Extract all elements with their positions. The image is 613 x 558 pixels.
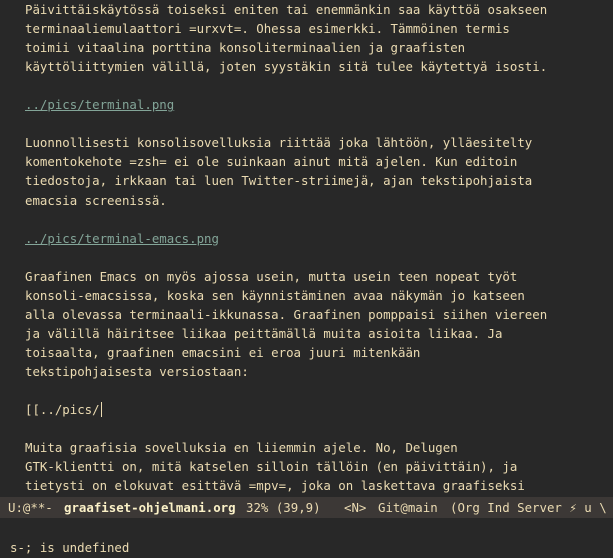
modeline-vcs[interactable]: Git@main — [378, 497, 438, 518]
line-text: alla olevassa terminaali-ikkunassa. Graa… — [25, 306, 548, 322]
modeline-modes[interactable]: (Org Ind Server ⚡ u \ α — [450, 497, 613, 518]
text-line: GTK-klientti on, mitä katselen silloin t… — [25, 457, 517, 476]
text-line: Muita graafisia sovelluksia en liiemmin … — [25, 438, 458, 457]
line-text: ja välillä häiritsee liikaa peittämällä … — [25, 325, 503, 341]
text-line: tiedostoja, irkkaan tai luen Twitter-str… — [25, 171, 532, 190]
line-text: komentokehote =zsh= ei ole suinkaan ainu… — [25, 154, 518, 170]
line-text: käyttöliittymien välillä, joten syystäki… — [25, 59, 548, 75]
text-line: ja välillä häiritsee liikaa peittämällä … — [25, 324, 502, 343]
echo-area: s-; is undefined — [0, 518, 613, 555]
org-link[interactable]: ../pics/terminal.png — [25, 95, 174, 114]
line-text: tekstipohjaisesta versiostaan: — [25, 363, 249, 379]
text-line: konsoli-emacsissa, koska sen käynnistämi… — [25, 286, 525, 305]
line-text: Graafinen Emacs on myös ajossa usein, mu… — [25, 268, 518, 284]
editor-buffer[interactable]: Päivittäiskäytössä toiseksi eniten tai e… — [0, 0, 613, 497]
line-text: toimii vitaalina porttina konsolitermina… — [25, 40, 466, 56]
modeline-evil-state: <N> — [344, 500, 367, 515]
line-text: tietysti on elokuvat esittävä =mpv=, jok… — [25, 478, 525, 494]
text-line: terminaaliemulaattori =urxvt=. Ohessa es… — [25, 19, 510, 38]
text-line: toimii vitaalina porttina konsolitermina… — [25, 38, 465, 57]
link-text[interactable]: ../pics/terminal-emacs.png — [25, 231, 219, 246]
line-text: terminaaliemulaattori =urxvt=. Ohessa es… — [25, 21, 510, 37]
line-text: emacsia screenissä. — [25, 192, 167, 208]
text-line: toisaalta, graafinen emacsini ei eroa ju… — [25, 343, 420, 362]
line-text: Luonnollisesti konsolisovelluksia riittä… — [25, 135, 533, 151]
modeline-buffer-name[interactable]: graafiset-ohjelmani.org — [64, 497, 236, 518]
text-line: alla olevassa terminaali-ikkunassa. Graa… — [25, 305, 547, 324]
text-line: tietysti on elokuvat esittävä =mpv=, jok… — [25, 476, 525, 495]
text-line: tekstipohjaisesta versiostaan: — [25, 362, 249, 381]
line-text: konsoli-emacsissa, koska sen käynnistämi… — [25, 287, 525, 303]
line-text: [[../pics/ — [25, 402, 100, 418]
text-line: emacsia screenissä. — [25, 191, 167, 210]
line-text: Päivittäiskäytössä toiseksi eniten tai e… — [25, 2, 548, 17]
line-text: Muita graafisia sovelluksia en liiemmin … — [25, 440, 458, 456]
text-line: Graafinen Emacs on myös ajossa usein, mu… — [25, 267, 517, 286]
text-line: Luonnollisesti konsolisovelluksia riittä… — [25, 133, 532, 152]
link-text[interactable]: ../pics/terminal.png — [25, 97, 174, 112]
org-link[interactable]: ../pics/terminal-emacs.png — [25, 229, 219, 248]
line-text: tiedostoja, irkkaan tai luen Twitter-str… — [25, 173, 533, 189]
modeline-status: U:@**- — [8, 500, 53, 515]
text-line: käyttöliittymien välillä, joten syystäki… — [25, 57, 547, 76]
line-text: toisaalta, graafinen emacsini ei eroa ju… — [25, 344, 421, 360]
text-cursor — [100, 402, 102, 418]
text-line: Päivittäiskäytössä toiseksi eniten tai e… — [25, 0, 547, 19]
modeline-position: 32% (39,9) — [246, 500, 321, 515]
mode-line: U:@**- graafiset-ohjelmani.org 32% (39,9… — [0, 497, 613, 518]
text-line: [[../pics/ — [25, 400, 102, 419]
text-line: komentokehote =zsh= ei ole suinkaan ainu… — [25, 152, 517, 171]
echo-message: s-; is undefined — [10, 540, 130, 555]
line-text: GTK-klientti on, mitä katselen silloin t… — [25, 459, 518, 475]
